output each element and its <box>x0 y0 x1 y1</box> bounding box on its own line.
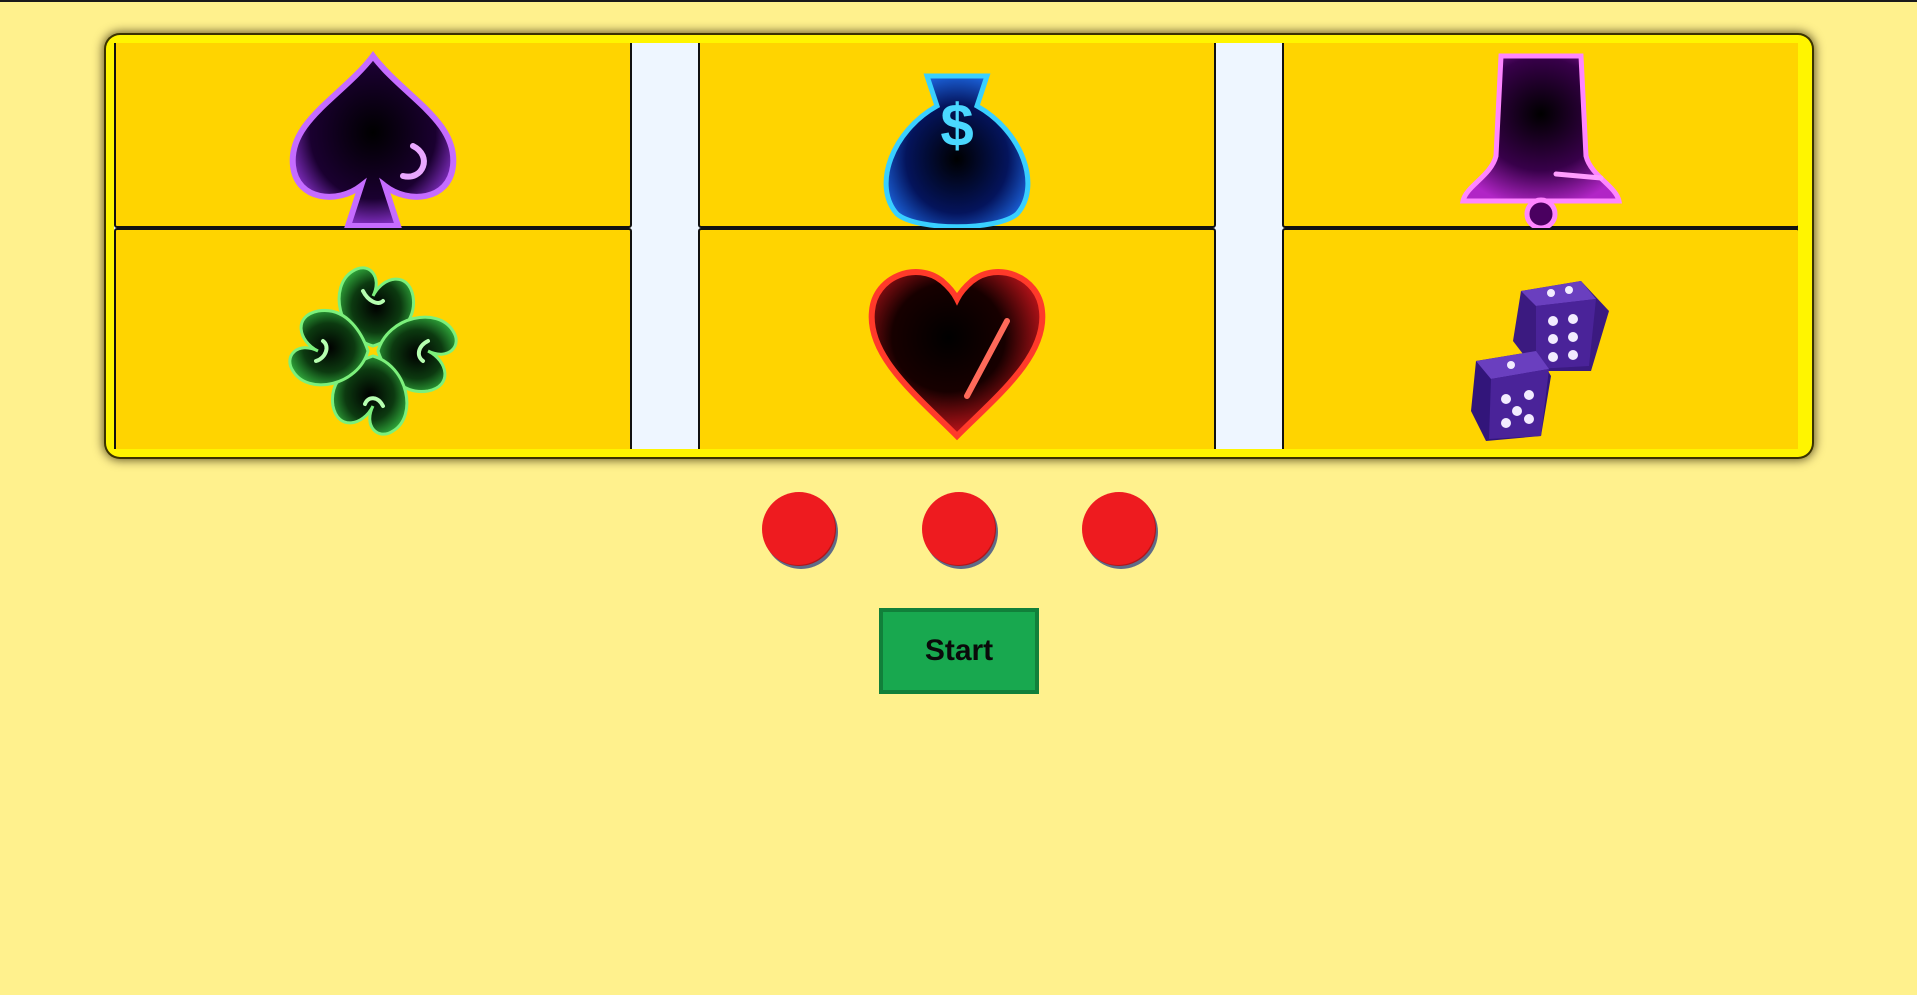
indicator-light-3 <box>1082 492 1156 566</box>
reel-2-cell-top: $ <box>698 43 1216 229</box>
indicator-light-1 <box>762 492 836 566</box>
reel-window: $ <box>114 43 1798 449</box>
dice-icon <box>1471 280 1609 441</box>
reel-2-cell-middle <box>698 228 1216 449</box>
reel-2: $ <box>698 43 1216 449</box>
indicator-light-2 <box>922 492 996 566</box>
reel-3-cell-top <box>1282 43 1798 230</box>
reel-3-cell-middle <box>1282 228 1798 449</box>
money-bag-icon: $ <box>883 73 1031 229</box>
reel-3 <box>1282 43 1798 449</box>
reel-1-cell-middle <box>114 228 632 449</box>
clover-icon <box>288 265 458 436</box>
bell-icon <box>1459 53 1623 230</box>
indicator-lights <box>0 492 1917 570</box>
reel-1 <box>114 43 632 449</box>
money-bag-dollar-label: $ <box>940 92 973 159</box>
start-button-label: Start <box>924 634 994 667</box>
heart-icon <box>868 268 1046 440</box>
spade-icon <box>289 50 457 229</box>
slot-machine-frame: $ <box>106 35 1812 457</box>
start-button[interactable]: Start <box>879 608 1039 694</box>
reel-1-cell-top <box>114 43 632 229</box>
